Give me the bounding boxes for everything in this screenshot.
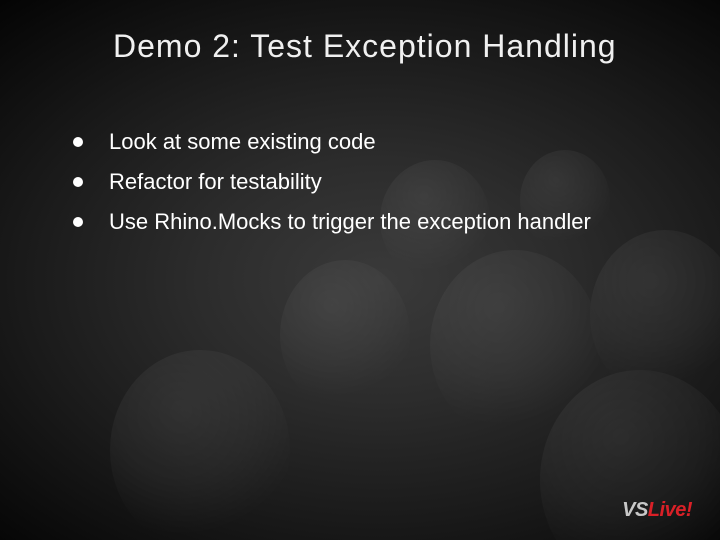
list-item-text: Look at some existing code — [109, 128, 673, 156]
bullet-icon — [73, 137, 83, 147]
background-crowd — [0, 0, 720, 540]
slide-title: Demo 2: Test Exception Handling — [113, 28, 617, 65]
list-item-text: Use Rhino.Mocks to trigger the exception… — [109, 208, 673, 236]
list-item-text: Refactor for testability — [109, 168, 673, 196]
vslive-logo: VSLive! — [622, 499, 692, 522]
logo-part-live: Live — [648, 499, 686, 521]
logo-part-vs: VS — [622, 499, 648, 521]
list-item: Refactor for testability — [73, 168, 673, 196]
bullet-list: Look at some existing code Refactor for … — [73, 128, 673, 248]
logo-part-bang: ! — [686, 499, 692, 521]
list-item: Look at some existing code — [73, 128, 673, 156]
slide: Demo 2: Test Exception Handling Look at … — [0, 0, 720, 540]
bullet-icon — [73, 217, 83, 227]
list-item: Use Rhino.Mocks to trigger the exception… — [73, 208, 673, 236]
bullet-icon — [73, 177, 83, 187]
